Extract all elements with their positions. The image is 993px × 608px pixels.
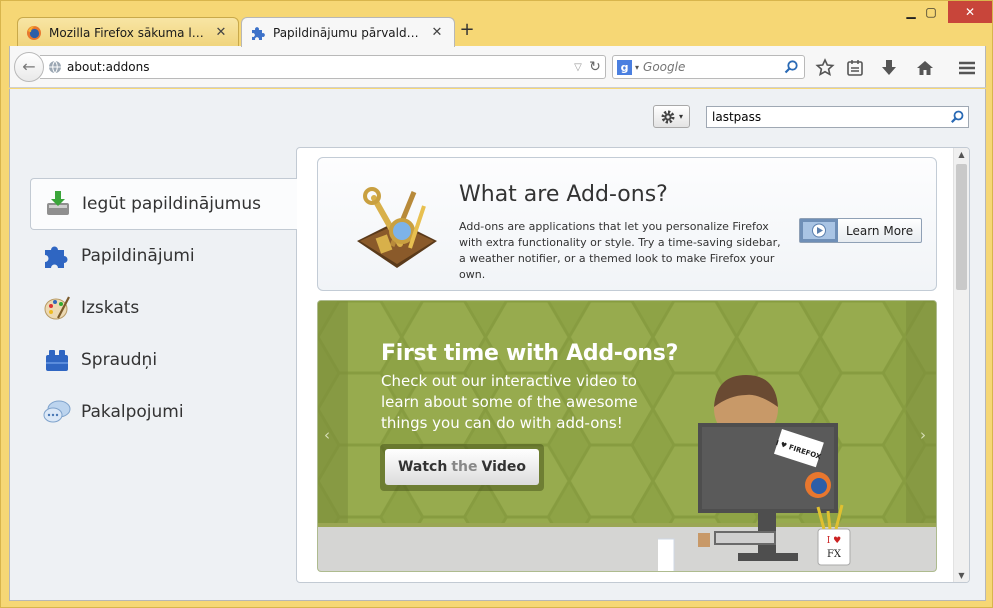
category-label: Iegūt papildinājumus <box>82 194 261 214</box>
engine-dropdown-icon[interactable]: ▾ <box>635 63 639 72</box>
tab-strip: Mozilla Firefox sākuma lapa ✕ Papildināj… <box>9 17 984 47</box>
promo-prev-button[interactable]: ‹ <box>324 426 330 444</box>
gear-dropdown-icon: ▾ <box>678 112 683 121</box>
search-icon[interactable] <box>781 57 801 77</box>
mug-text-line1: I ♥ <box>827 536 841 546</box>
scroll-up-icon[interactable]: ▲ <box>954 150 969 159</box>
tab-firefox-start[interactable]: Mozilla Firefox sākuma lapa ✕ <box>17 17 239 47</box>
what-are-addons-card: What are Add-ons? Add-ons are applicatio… <box>317 157 937 291</box>
reload-icon[interactable]: ↻ <box>585 59 605 75</box>
tab-close-icon[interactable]: ✕ <box>214 25 228 40</box>
web-search-bar[interactable]: g ▾ <box>612 55 805 79</box>
category-get-addons[interactable]: Iegūt papildinājumus <box>30 178 297 230</box>
globe-icon <box>49 60 61 74</box>
watch-the-video-button[interactable]: Watch the Video <box>385 449 539 485</box>
browser-window: ▁ ▢ ✕ Mozilla Firefox sākuma lapa ✕ Papi… <box>0 0 993 608</box>
bookmarks-list-icon[interactable] <box>844 57 866 79</box>
learn-more-label: Learn More <box>846 223 914 238</box>
person-at-computer-illustration-icon: I ♥ FIREFOX I ♥ FX <box>658 375 851 571</box>
navigation-toolbar: about:addons ▽ ↻ ← g ▾ <box>9 46 986 88</box>
discover-panel: What are Add-ons? Add-ons are applicatio… <box>296 147 970 583</box>
google-engine-icon[interactable]: g <box>617 59 632 75</box>
scroll-down-icon[interactable]: ▼ <box>954 571 969 580</box>
watch-label: Watch <box>397 459 448 475</box>
addons-search-box[interactable] <box>706 106 969 128</box>
addons-search-input[interactable] <box>712 110 948 124</box>
watch-label-the: the <box>451 459 478 475</box>
appearance-icon <box>44 296 70 320</box>
tab-close-icon[interactable]: ✕ <box>430 25 444 40</box>
tab-addons-manager[interactable]: Papildinājumu pārvaldnieks ✕ <box>241 17 455 47</box>
tools-gear-button[interactable]: ▾ <box>653 105 690 128</box>
category-label: Izskats <box>81 298 140 318</box>
addons-manager-page: ▾ Iegūt papildinājumus Papildinājumi <box>9 89 986 601</box>
search-icon[interactable] <box>948 108 966 126</box>
watch-video-frame: Watch the Video <box>380 444 544 491</box>
services-icon <box>43 400 71 423</box>
tab-label: Papildinājumu pārvaldnieks <box>273 25 424 40</box>
category-appearance[interactable]: Izskats <box>30 282 296 334</box>
category-label: Spraudņi <box>81 350 158 370</box>
category-label: Papildinājumi <box>81 246 195 266</box>
learn-more-button[interactable]: Learn More <box>799 218 922 243</box>
download-icon[interactable] <box>878 57 900 79</box>
tab-label: Mozilla Firefox sākuma lapa <box>49 25 208 40</box>
watch-label-video: Video <box>481 459 527 475</box>
video-play-icon <box>800 219 838 242</box>
category-plugins[interactable]: Spraudņi <box>30 334 296 386</box>
get-addons-icon <box>47 191 69 215</box>
back-button[interactable]: ← <box>14 52 44 82</box>
intro-description: Add-ons are applications that let you pe… <box>459 220 781 281</box>
home-icon[interactable] <box>914 57 936 79</box>
category-services[interactable]: Pakalpojumi <box>30 386 296 438</box>
extensions-icon <box>45 246 68 268</box>
url-bar[interactable]: about:addons ▽ ↻ <box>40 55 606 79</box>
panel-scrollbar[interactable]: ▲ ▼ <box>953 148 969 582</box>
menu-icon[interactable] <box>956 57 978 79</box>
promo-title: First time with Add-ons? <box>381 341 679 366</box>
star-icon[interactable] <box>814 57 836 79</box>
plugins-icon <box>46 350 68 371</box>
first-time-promo: ‹ › First time with Add-ons? Check out o… <box>317 300 937 572</box>
firefox-icon <box>27 25 41 40</box>
category-extensions[interactable]: Papildinājumi <box>30 230 296 282</box>
web-search-input[interactable] <box>643 60 781 74</box>
addon-tools-illustration-icon <box>357 187 437 268</box>
scrollbar-thumb[interactable] <box>956 164 967 290</box>
puzzle-icon <box>252 26 265 40</box>
url-history-dropdown-icon[interactable]: ▽ <box>571 62 585 73</box>
new-tab-button[interactable]: + <box>456 20 478 42</box>
url-text: about:addons <box>67 60 150 74</box>
intro-title: What are Add-ons? <box>459 182 668 207</box>
category-label: Pakalpojumi <box>81 402 184 422</box>
promo-description: Check out our interactive video to learn… <box>381 372 638 432</box>
mug-text-line2: FX <box>827 549 842 560</box>
gear-icon <box>661 110 675 123</box>
